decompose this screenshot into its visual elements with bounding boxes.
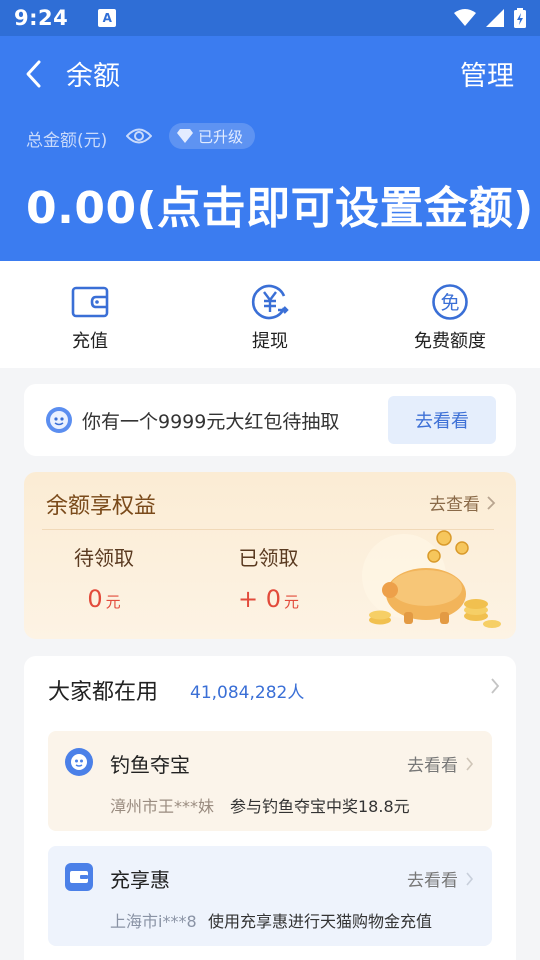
received-value-row: + 0元	[238, 585, 299, 613]
benefits-view-label: 去查看	[429, 495, 480, 515]
manage-button[interactable]: 管理	[460, 54, 514, 93]
action-label: 充值	[72, 331, 108, 352]
benefits-title: 余额享权益	[46, 494, 157, 519]
item-description: 使用充享惠进行天猫购物金充值	[208, 912, 433, 931]
popular-services-card: 大家都在用 41,084,282人 钓鱼夺宝 去看看 漳州市王***妹 参与钓鱼…	[24, 656, 516, 960]
item-name: 钓鱼夺宝	[110, 753, 190, 777]
status-bar: 9:24 A	[0, 0, 540, 36]
popular-title: 大家都在用	[48, 680, 159, 705]
chevron-right-icon	[466, 871, 474, 886]
list-item-recharge-benefit[interactable]: 充享惠 去看看 上海市i***8 使用充享惠进行天猫购物金充值	[48, 846, 492, 946]
red-packet-go-button[interactable]: 去看看	[388, 396, 496, 444]
free-quota-icon: 免	[432, 284, 468, 320]
pending-value: 0	[87, 585, 103, 613]
signal-icon	[486, 9, 504, 27]
action-label: 提现	[252, 331, 288, 352]
mascot-icon	[46, 407, 72, 433]
fishing-mascot-icon	[65, 748, 93, 776]
received-label: 已领取	[238, 546, 299, 570]
item-description: 参与钓鱼夺宝中奖18.8元	[230, 797, 410, 816]
received-column: 已领取 + 0元	[238, 542, 299, 613]
quick-actions: 充值 提现 免 免费额度	[0, 261, 540, 368]
balance-header: 余额 管理 总金额(元) 已升级 0.00(点击即可设置金额)	[0, 36, 540, 261]
chevron-right-icon	[466, 756, 474, 771]
pending-column: 待领取 0元	[74, 542, 134, 613]
item-go-label: 去看看	[407, 756, 458, 776]
status-icons	[454, 8, 526, 28]
svg-text:免: 免	[440, 292, 459, 314]
wallet-icon	[71, 286, 109, 318]
recharge-button[interactable]: 充值	[0, 261, 180, 368]
card-wallet-icon	[65, 863, 93, 891]
piggy-bank-icon	[362, 530, 501, 628]
user-count: 41,084,282人	[190, 683, 305, 703]
red-packet-text: 你有一个9999元大红包待抽取	[82, 410, 340, 433]
received-value: + 0	[238, 585, 282, 613]
badge-label: 已升级	[198, 127, 244, 146]
withdraw-yen-icon	[251, 284, 289, 320]
pending-value-row: 0元	[74, 585, 134, 613]
pending-unit: 元	[105, 593, 121, 611]
chevron-right-icon[interactable]	[490, 677, 500, 695]
notification-icon: A	[98, 9, 117, 27]
withdraw-button[interactable]: 提现	[180, 261, 360, 368]
benefits-card: 余额享权益 去查看 待领取 0元 已领取 + 0元	[24, 472, 516, 639]
benefits-view-link[interactable]: 去查看	[429, 490, 496, 515]
item-user: 上海市i***8	[110, 912, 197, 931]
balance-amount[interactable]: 0.00(点击即可设置金额)	[26, 172, 534, 236]
page-title: 余额	[66, 61, 120, 92]
list-item-fishing[interactable]: 钓鱼夺宝 去看看 漳州市王***妹 参与钓鱼夺宝中奖18.8元	[48, 731, 492, 831]
total-amount-label: 总金额(元)	[26, 131, 108, 151]
pending-label: 待领取	[74, 546, 134, 570]
battery-icon	[514, 8, 526, 28]
red-packet-banner: 你有一个9999元大红包待抽取 去看看	[24, 384, 516, 456]
status-time: 9:24	[14, 6, 69, 30]
back-icon[interactable]	[22, 58, 46, 90]
upgraded-badge: 已升级	[169, 123, 256, 149]
item-user: 漳州市王***妹	[110, 797, 215, 816]
diamond-icon	[177, 129, 193, 143]
action-label: 免费额度	[414, 331, 486, 352]
received-unit: 元	[284, 593, 300, 611]
item-go-label: 去看看	[407, 871, 458, 891]
free-quota-button[interactable]: 免 免费额度	[360, 261, 540, 368]
eye-icon[interactable]	[126, 126, 152, 146]
item-name: 充享惠	[110, 868, 170, 892]
wifi-icon	[454, 9, 476, 26]
item-go-link[interactable]: 去看看	[407, 751, 474, 776]
chevron-right-icon	[487, 495, 496, 510]
item-go-link[interactable]: 去看看	[407, 866, 474, 891]
